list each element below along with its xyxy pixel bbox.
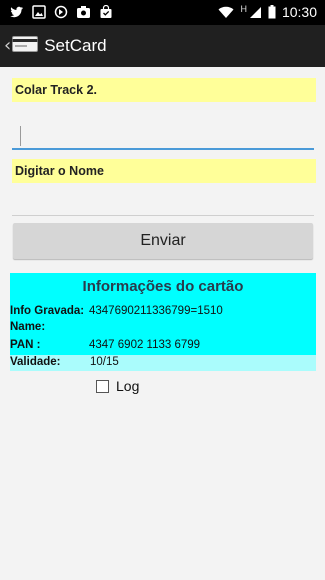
app-title: SetCard xyxy=(44,36,107,55)
network-type-label: H xyxy=(240,4,247,14)
shopping-bag-icon xyxy=(99,5,113,19)
log-checkbox-row[interactable]: Log xyxy=(96,378,139,394)
battery-icon xyxy=(268,5,276,19)
info-gravada-label: Info Gravada: xyxy=(10,305,85,317)
image-icon xyxy=(32,5,46,19)
info-row-gravada: Info Gravada: 4347690211336799=1510 xyxy=(10,305,316,321)
track-input-field[interactable] xyxy=(12,118,314,150)
status-bar: H 10:30 xyxy=(0,0,325,25)
validade-value: 10/15 xyxy=(90,356,119,368)
name-info-label: Name: xyxy=(10,321,46,333)
send-button[interactable]: Enviar xyxy=(13,223,313,259)
pan-value: 4347 6902 1133 6799 xyxy=(89,339,201,351)
name-input-field[interactable] xyxy=(12,184,314,216)
log-label: Log xyxy=(116,378,140,394)
sync-icon xyxy=(54,5,68,19)
track-input[interactable] xyxy=(12,118,314,148)
up-navigation-button[interactable]: ‹ xyxy=(4,35,39,56)
pan-label: PAN : xyxy=(10,339,41,351)
validade-label: Validade: xyxy=(10,356,61,368)
wifi-icon xyxy=(218,6,234,19)
name-input[interactable] xyxy=(12,184,314,215)
action-bar: ‹ SetCard xyxy=(0,25,325,67)
info-row-pan: PAN : 4347 6902 1133 6799 xyxy=(10,339,316,355)
card-info-panel: Informações do cartão Info Gravada: 4347… xyxy=(10,273,316,355)
camera-icon xyxy=(76,5,91,19)
notification-icons xyxy=(10,5,113,19)
signal-icon xyxy=(249,6,262,19)
info-row-validade: Validade: 10/15 xyxy=(10,355,316,371)
app-card-icon xyxy=(12,36,39,56)
status-time: 10:30 xyxy=(281,4,317,20)
log-checkbox[interactable] xyxy=(96,379,109,393)
twitter-icon xyxy=(10,5,24,19)
info-row-name: Name: xyxy=(10,321,316,337)
card-info-title: Informações do cartão xyxy=(82,278,244,295)
chevron-left-icon: ‹ xyxy=(4,35,12,56)
track-label: Colar Track 2. xyxy=(12,78,316,102)
system-icons: H 10:30 xyxy=(218,4,317,20)
info-gravada-value: 4347690211336799=1510 xyxy=(89,305,223,317)
name-label: Digitar o Nome xyxy=(12,159,316,183)
